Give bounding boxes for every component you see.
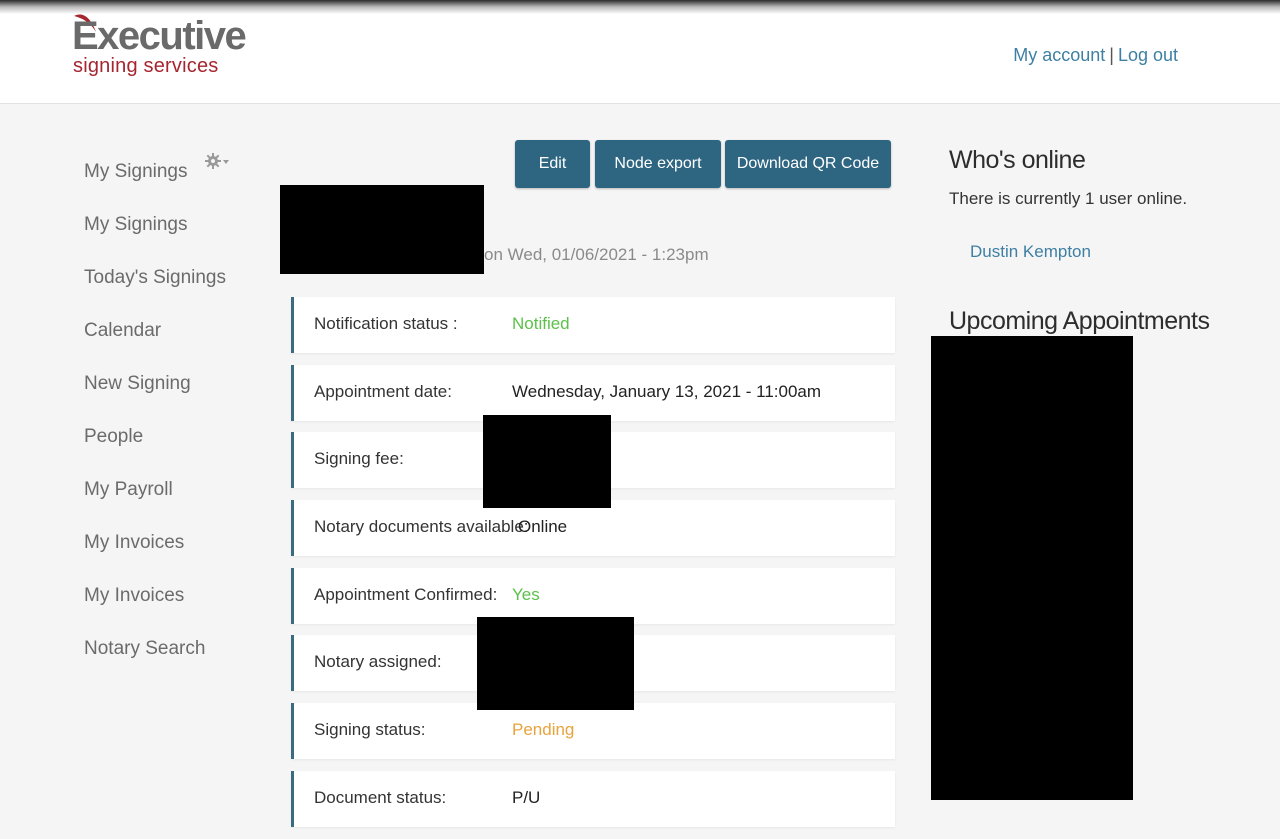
field-value: Online [518,517,568,537]
signing-details: Notification status : Notified Appointme… [291,297,895,839]
sidebar-item-my-invoices[interactable]: My Invoices [84,521,254,574]
field-value: Pending [512,720,575,740]
field-label: Appointment date: [314,381,452,401]
field-label: Notification status : [314,314,458,333]
sidebar-item-my-signings-2[interactable]: My Signings [84,203,254,256]
edit-button[interactable]: Edit [515,140,590,188]
log-out-link[interactable]: Log out [1118,45,1178,65]
sidebar-item-notary-search[interactable]: Notary Search [84,627,254,680]
field-notification-status: Notification status : Notified [291,297,895,353]
sidebar-nav: My Signings My Signings Today's Signings… [84,150,254,680]
field-signing-status: Signing status: Pending [291,703,895,760]
field-appointment-confirmed: Appointment Confirmed: Yes [291,567,895,624]
field-value: Notified [512,314,570,333]
online-user-link[interactable]: Dustin Kempton [970,240,1091,264]
sidebar-item-todays-signings[interactable]: Today's Signings [84,256,254,309]
field-notary-documents-available: Notary documents available: Online [291,500,895,557]
download-qr-code-button[interactable]: Download QR Code [725,140,891,188]
whos-online-text: There is currently 1 user online. [949,189,1188,208]
sidebar-item-my-invoices-2[interactable]: My Invoices [84,574,254,627]
site-logo[interactable]: Executive signing services [72,12,247,84]
field-value: Wednesday, January 13, 2021 - 11:00am [512,381,822,401]
redacted-title-block [280,185,484,274]
sidebar-item-calendar[interactable]: Calendar [84,309,254,362]
submitted-date: on Wed, 01/06/2021 - 1:23pm [484,245,709,264]
redacted-notary-assigned [477,617,634,710]
sidebar-item-my-payroll[interactable]: My Payroll [84,468,254,521]
field-document-status: Document status: P/U [291,770,895,827]
account-links: My account | Log out [1013,43,1178,67]
upcoming-appointments-title: Upcoming Appointments [949,307,1210,335]
field-label: Signing fee: [314,449,404,469]
logo-text-top: Executive [72,14,247,58]
my-account-link[interactable]: My account [1013,45,1105,65]
field-label: Appointment Confirmed: [314,584,498,604]
node-export-button[interactable]: Node export [595,140,721,188]
sidebar-item-people[interactable]: People [84,415,254,468]
field-label: Notary documents available: [314,517,529,537]
field-label: Document status: [314,787,447,807]
site-header: Executive signing services My account | Lo… [0,0,1280,104]
field-value: P/U [512,787,541,807]
link-separator: | [1109,45,1114,65]
field-value: Yes [512,584,540,604]
field-label: Signing status: [314,720,426,740]
logo-text-bottom: signing services [73,55,219,77]
gear-dropdown-icon[interactable] [205,152,231,170]
field-appointment-date: Appointment date: Wednesday, January 13,… [291,364,895,421]
redacted-upcoming-appointments [931,336,1133,800]
sidebar-item-new-signing[interactable]: New Signing [84,362,254,415]
whos-online-title: Who's online [949,146,1086,174]
field-label: Notary assigned: [314,652,442,672]
top-shadow [0,0,1280,14]
redacted-signing-fee [483,415,611,508]
